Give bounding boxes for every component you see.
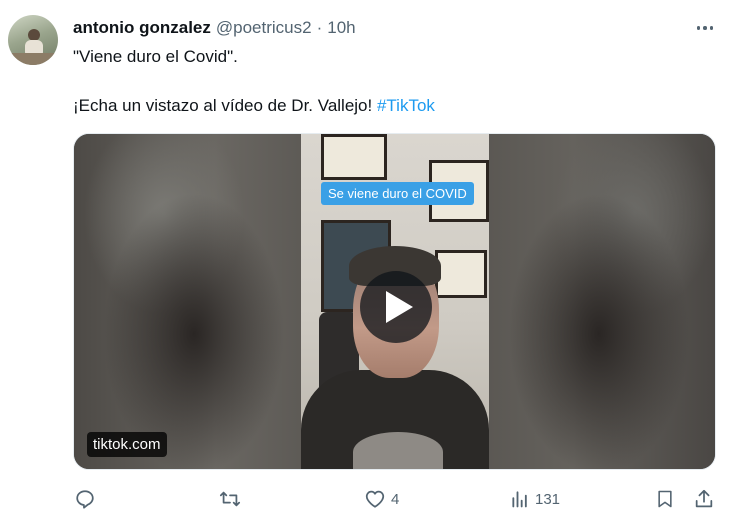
tweet-text-line-1: "Viene duro el Covid". <box>73 47 238 66</box>
bookmark-icon <box>658 490 672 508</box>
timestamp[interactable]: 10h <box>327 18 355 38</box>
more-options-icon[interactable] <box>694 18 716 38</box>
author-name[interactable]: antonio gonzalez <box>73 18 211 38</box>
hashtag-link[interactable]: #TikTok <box>377 96 435 115</box>
action-bar: 4 131 <box>0 484 736 514</box>
views-count: 131 <box>535 490 561 508</box>
reply-button[interactable] <box>74 484 96 514</box>
views-button[interactable]: 131 <box>510 484 560 514</box>
play-icon[interactable] <box>360 271 432 343</box>
heart-icon <box>365 490 385 508</box>
like-count: 4 <box>391 490 400 508</box>
video-card[interactable]: Se viene duro el COVID tiktok.com <box>73 133 716 470</box>
avatar[interactable] <box>8 15 58 65</box>
reply-icon <box>76 490 94 509</box>
tweet[interactable]: antonio gonzalez @poetricus2 · 10h "Vien… <box>0 0 736 522</box>
video-caption: Se viene duro el COVID <box>321 182 474 205</box>
tweet-header: antonio gonzalez @poetricus2 · 10h <box>73 17 356 39</box>
domain-label[interactable]: tiktok.com <box>87 432 167 457</box>
bookmark-button[interactable] <box>655 484 675 514</box>
share-icon <box>695 489 713 508</box>
share-button[interactable] <box>693 484 715 514</box>
retweet-icon <box>219 491 241 507</box>
retweet-button[interactable] <box>218 484 242 514</box>
like-button[interactable]: 4 <box>364 484 399 514</box>
tweet-text-body: ¡Echa un vistazo al vídeo de Dr. Vallejo… <box>73 96 377 115</box>
author-handle[interactable]: @poetricus2 <box>216 18 312 38</box>
separator-dot: · <box>316 18 323 37</box>
views-icon <box>512 491 527 508</box>
tweet-text-line-2: ¡Echa un vistazo al vídeo de Dr. Vallejo… <box>73 96 435 116</box>
